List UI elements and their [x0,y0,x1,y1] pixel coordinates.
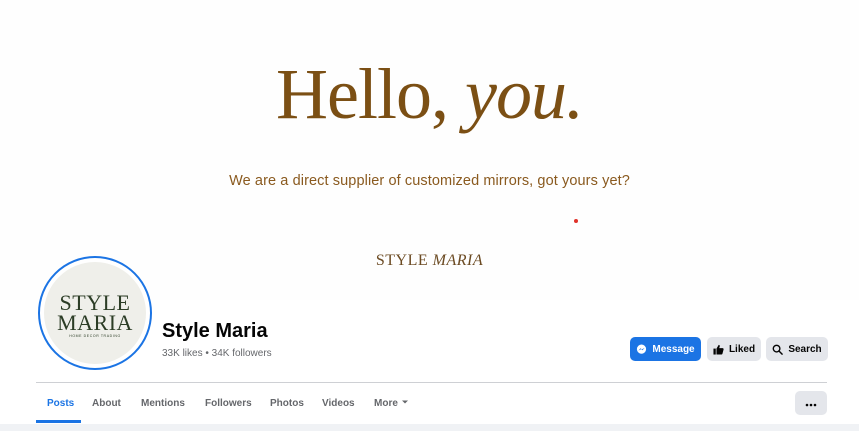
tab-mentions[interactable]: Mentions [141,384,185,422]
messenger-icon [636,344,647,355]
cover-headline-part2: you. [465,54,584,134]
feed-background [0,424,859,431]
liked-button[interactable]: Liked [707,337,761,361]
tab-posts[interactable]: Posts [47,384,74,422]
tab-active-indicator [36,420,81,423]
liked-button-label: Liked [728,343,756,355]
tab-followers[interactable]: Followers [205,384,252,422]
search-button[interactable]: Search [766,337,828,361]
cover-brand-part1: STYLE [375,252,433,269]
cover-dot [574,219,578,223]
tab-more[interactable]: More [374,384,409,422]
ellipsis-icon [805,394,817,412]
avatar-logo-line2: MARIA [57,310,133,335]
tabs-divider [36,382,827,383]
cover-headline-part1: Hello, [276,54,465,134]
tab-photos[interactable]: Photos [270,384,304,422]
message-button[interactable]: Message [630,337,701,361]
cover-tagline: We are a direct supplier of customized m… [229,173,630,189]
avatar-logo-subtitle: HOME DECOR TRADING [69,334,121,338]
page-title[interactable]: Style Maria [162,320,268,343]
more-options-button[interactable] [795,391,827,415]
tab-videos[interactable]: Videos [322,384,355,422]
thumbs-up-icon [713,344,724,355]
cover-brand-part2: MARIA [432,252,484,269]
chevron-down-icon [401,398,409,409]
cover-photo[interactable]: Hello, you. We are a direct supplier of … [0,0,859,300]
message-button-label: Message [652,343,695,355]
profile-picture[interactable]: STYLE MARIA HOME DECOR TRADING [38,256,152,370]
search-button-label: Search [788,343,822,355]
tab-more-label: More [374,397,398,409]
tab-about[interactable]: About [92,384,121,422]
page-stats[interactable]: 33K likes • 34K followers [162,348,272,359]
cover-headline: Hello, you. [0,54,859,134]
search-icon [772,344,784,355]
avatar: STYLE MARIA HOME DECOR TRADING [44,262,146,364]
